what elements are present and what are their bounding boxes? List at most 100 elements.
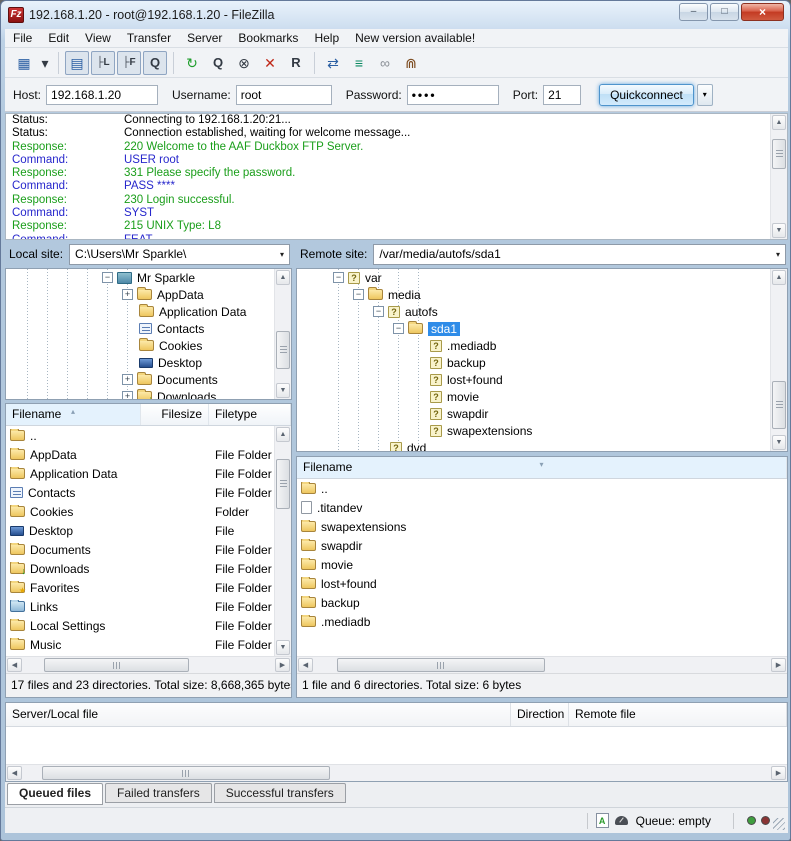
menu-item-file[interactable]: File: [5, 29, 40, 47]
quickconnect-button[interactable]: Quickconnect: [599, 84, 694, 106]
file-row[interactable]: AppDataFile Folder: [6, 445, 274, 464]
reconnect-button[interactable]: R: [284, 51, 308, 75]
file-row[interactable]: swapextensions: [297, 517, 787, 536]
menu-item-new-version-available[interactable]: New version available!: [347, 29, 483, 47]
directory-listing-filters-button[interactable]: ≡: [347, 51, 371, 75]
host-input[interactable]: [46, 85, 158, 105]
tab-queued-files[interactable]: Queued files: [7, 783, 103, 805]
refresh-button[interactable]: ↻: [180, 51, 204, 75]
synchronized-browsing-button[interactable]: ∞: [373, 51, 397, 75]
username-input[interactable]: [236, 85, 332, 105]
scrollbar-left-icon[interactable]: ◀: [298, 658, 313, 672]
site-manager-button[interactable]: ▦: [12, 51, 36, 75]
file-row[interactable]: DownloadsFile Folder: [6, 559, 274, 578]
tree-item-appdata[interactable]: +AppData: [6, 286, 291, 303]
scrollbar-right-icon[interactable]: ▶: [275, 658, 290, 672]
close-button[interactable]: ×: [741, 3, 784, 21]
tree-item-desktop[interactable]: Desktop: [6, 354, 291, 371]
file-row[interactable]: Application DataFile Folder: [6, 464, 274, 483]
column-header-filetype[interactable]: Filetype: [209, 404, 291, 425]
file-row[interactable]: backup: [297, 593, 787, 612]
tree-expand-icon[interactable]: +: [122, 289, 133, 300]
scrollbar-thumb[interactable]: [42, 766, 330, 780]
file-row[interactable]: Local SettingsFile Folder: [6, 616, 274, 635]
vertical-scrollbar[interactable]: ▲▼: [770, 269, 787, 451]
password-input[interactable]: [407, 85, 499, 105]
scrollbar-right-icon[interactable]: ▶: [771, 658, 786, 672]
minimize-button[interactable]: –: [679, 3, 708, 21]
local-hscroll[interactable]: ◀▶: [6, 656, 291, 673]
toggle-queue-button[interactable]: Q: [143, 51, 167, 75]
queue-hscroll[interactable]: ◀▶: [6, 764, 787, 781]
remote-site-combo[interactable]: /var/media/autofs/sda1 ▾: [373, 244, 786, 265]
file-row[interactable]: ContactsFile Folder: [6, 483, 274, 502]
file-row[interactable]: movie: [297, 555, 787, 574]
tree-collapse-icon[interactable]: −: [333, 272, 344, 283]
port-input[interactable]: [543, 85, 581, 105]
scrollbar-left-icon[interactable]: ◀: [7, 766, 22, 780]
tree-expand-icon[interactable]: +: [122, 374, 133, 385]
remote-hscroll[interactable]: ◀▶: [297, 656, 787, 673]
menu-item-bookmarks[interactable]: Bookmarks: [230, 29, 306, 47]
file-row[interactable]: DesktopFile: [6, 521, 274, 540]
toggle-local-tree-button[interactable]: ├L: [91, 51, 115, 75]
tree-expand-icon[interactable]: +: [122, 391, 133, 400]
column-header-server-local-file[interactable]: Server/Local file: [6, 703, 511, 726]
scrollbar-down-icon[interactable]: ▼: [276, 383, 290, 398]
tree-item-var[interactable]: −?var: [297, 269, 787, 286]
find-files-button[interactable]: ⋒: [399, 51, 423, 75]
combo-caret-icon[interactable]: ▾: [771, 250, 785, 259]
scrollbar-thumb[interactable]: [276, 331, 290, 369]
vertical-scrollbar[interactable]: ▲▼: [770, 114, 787, 239]
tree-item-swapdir[interactable]: ?swapdir: [297, 405, 787, 422]
tab-failed-transfers[interactable]: Failed transfers: [105, 783, 212, 803]
scrollbar-thumb[interactable]: [772, 139, 786, 169]
vertical-scrollbar[interactable]: ▲▼: [274, 269, 291, 399]
file-row[interactable]: swapdir: [297, 536, 787, 555]
tree-item-backup[interactable]: ?backup: [297, 354, 787, 371]
tree-item-dvd[interactable]: ?dvd: [297, 439, 787, 452]
file-row[interactable]: .mediadb: [297, 612, 787, 631]
tree-item-swapextensions[interactable]: ?swapextensions: [297, 422, 787, 439]
file-row[interactable]: FavoritesFile Folder: [6, 578, 274, 597]
tree-item-downloads[interactable]: +Downloads: [6, 388, 291, 400]
file-row[interactable]: ..: [6, 426, 274, 445]
file-row[interactable]: MusicFile Folder: [6, 635, 274, 654]
file-row[interactable]: lost+found: [297, 574, 787, 593]
file-row[interactable]: ..: [297, 479, 787, 498]
vertical-scrollbar[interactable]: ▲▼: [274, 426, 291, 656]
toggle-remote-tree-button[interactable]: ├F: [117, 51, 141, 75]
scrollbar-up-icon[interactable]: ▲: [772, 270, 786, 285]
menu-item-edit[interactable]: Edit: [40, 29, 77, 47]
column-header-remote-file[interactable]: Remote file: [569, 703, 787, 726]
column-header-direction[interactable]: Direction: [511, 703, 569, 726]
scrollbar-up-icon[interactable]: ▲: [772, 115, 786, 130]
column-header-filesize[interactable]: Filesize: [141, 404, 209, 425]
process-queue-button[interactable]: Q: [206, 51, 230, 75]
tree-item-contacts[interactable]: Contacts: [6, 320, 291, 337]
tree-item-mr-sparkle[interactable]: −Mr Sparkle: [6, 269, 291, 286]
tree-item-mediadb[interactable]: ?.mediadb: [297, 337, 787, 354]
menu-item-transfer[interactable]: Transfer: [119, 29, 179, 47]
tree-item-lost-found[interactable]: ?lost+found: [297, 371, 787, 388]
scrollbar-thumb[interactable]: [44, 658, 189, 672]
column-header-filename[interactable]: Filename ▾: [297, 457, 787, 478]
tree-collapse-icon[interactable]: −: [102, 272, 113, 283]
scrollbar-down-icon[interactable]: ▼: [772, 223, 786, 238]
tree-item-movie[interactable]: ?movie: [297, 388, 787, 405]
tree-collapse-icon[interactable]: −: [353, 289, 364, 300]
tab-successful-transfers[interactable]: Successful transfers: [214, 783, 346, 803]
resize-grip[interactable]: [773, 818, 785, 830]
menu-item-server[interactable]: Server: [179, 29, 230, 47]
tree-collapse-icon[interactable]: −: [373, 306, 384, 317]
scrollbar-right-icon[interactable]: ▶: [771, 766, 786, 780]
scrollbar-down-icon[interactable]: ▼: [276, 640, 290, 655]
maximize-button[interactable]: □: [710, 3, 739, 21]
compare-directories-button[interactable]: ⇄: [321, 51, 345, 75]
scrollbar-up-icon[interactable]: ▲: [276, 270, 290, 285]
tree-item-autofs[interactable]: −?autofs: [297, 303, 787, 320]
file-row[interactable]: .titandev: [297, 498, 787, 517]
tree-collapse-icon[interactable]: −: [393, 323, 404, 334]
local-site-combo[interactable]: C:\Users\Mr Sparkle\ ▾: [69, 244, 290, 265]
combo-caret-icon[interactable]: ▾: [275, 250, 289, 259]
